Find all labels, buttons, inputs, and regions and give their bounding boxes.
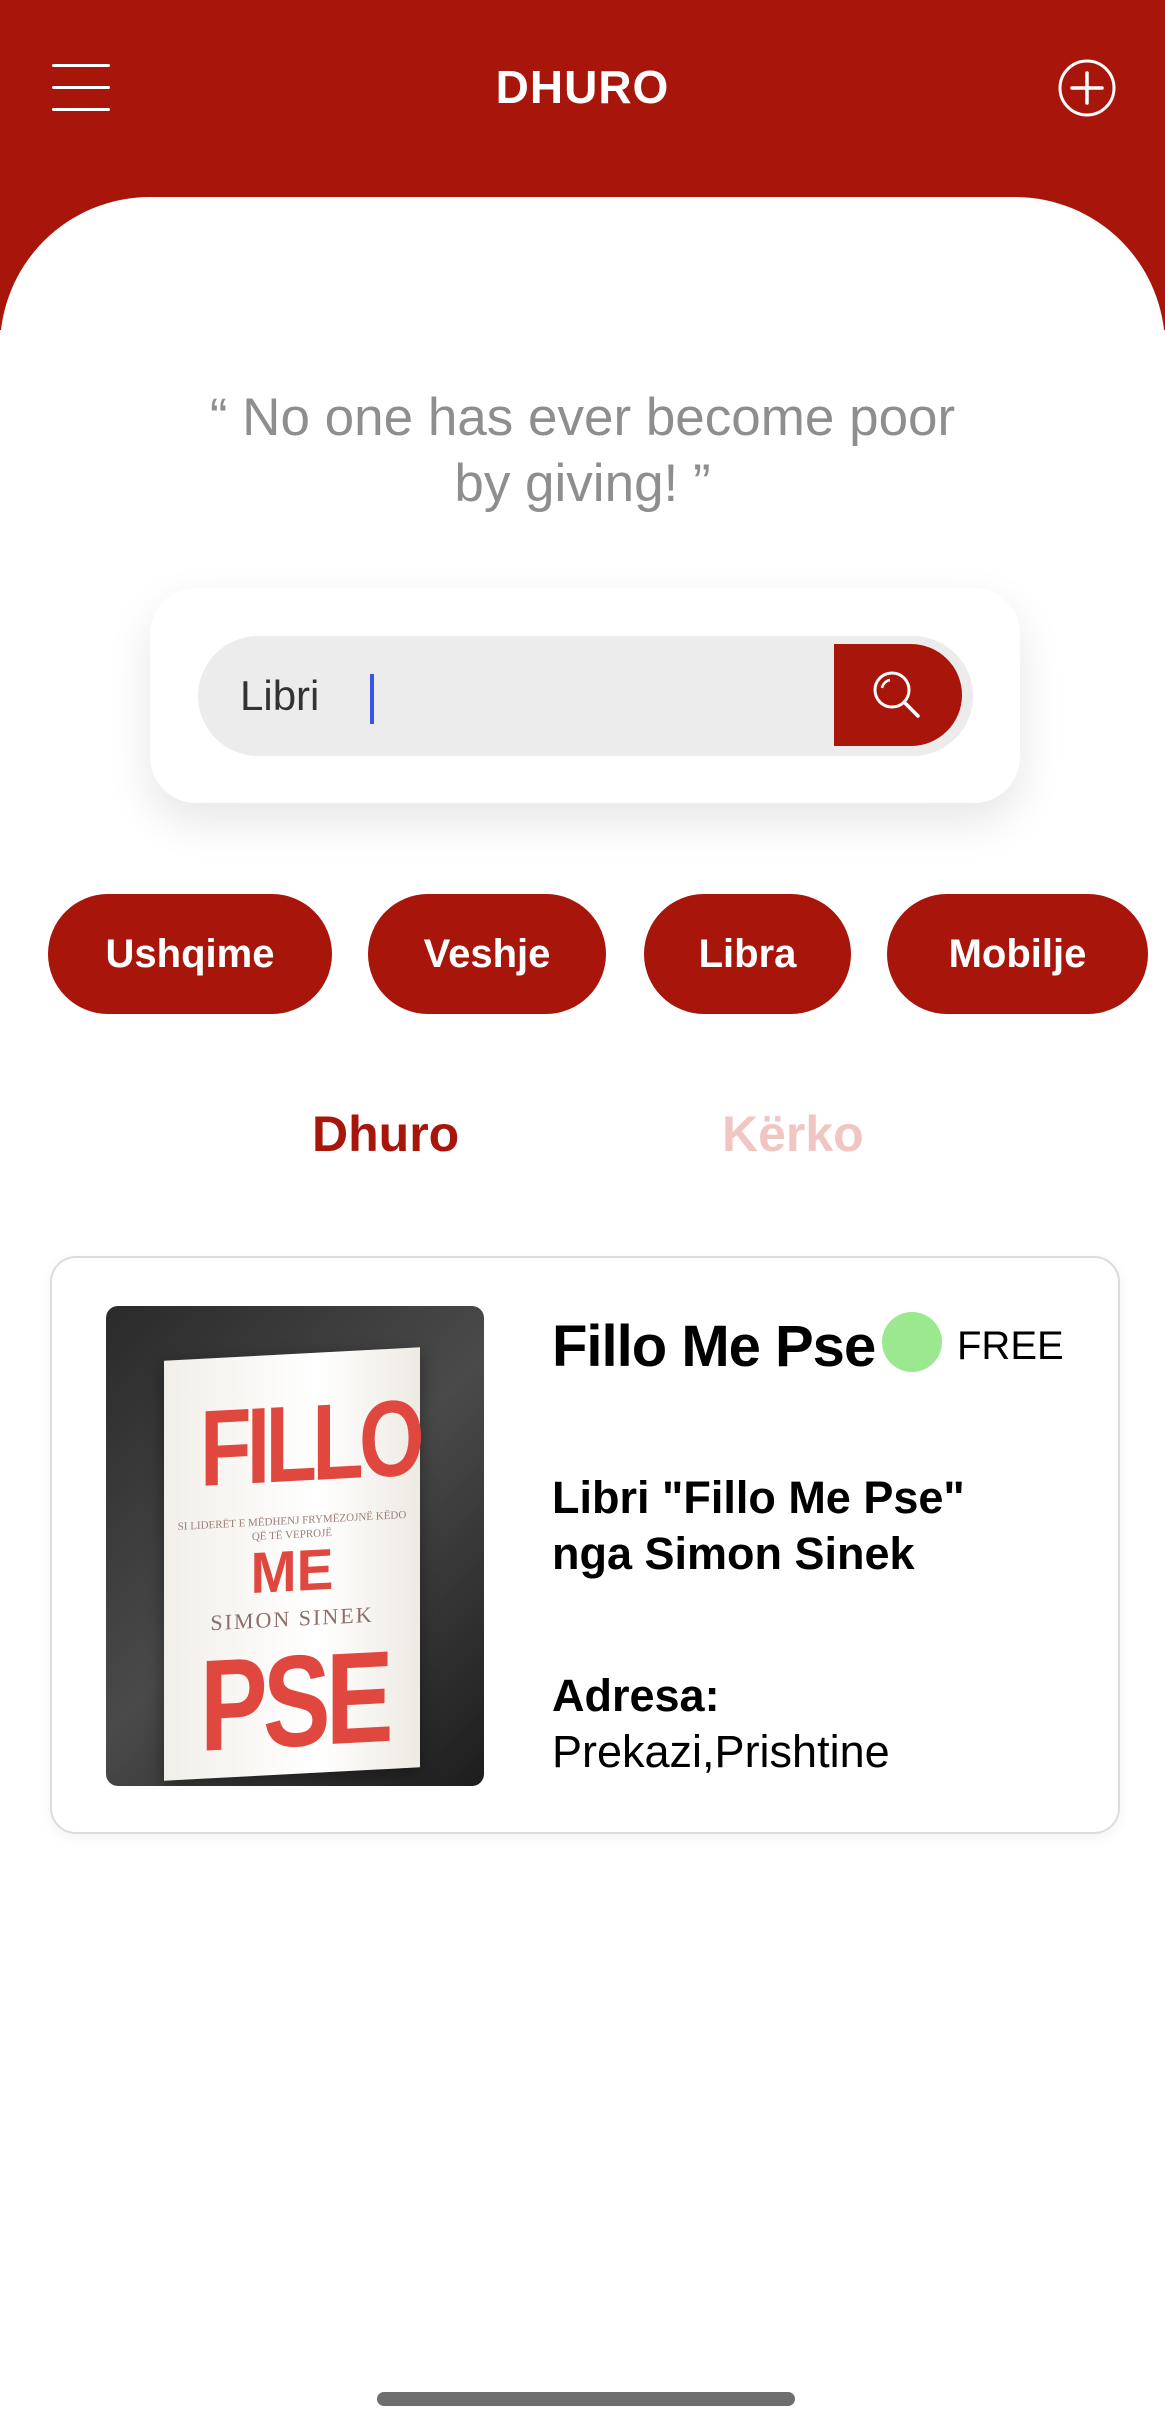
category-chip-mobilje[interactable]: Mobilje — [887, 894, 1148, 1014]
address-value: Prekazi,Prishtine — [552, 1726, 890, 1777]
availability-status-dot — [882, 1312, 942, 1372]
category-chip-veshje[interactable]: Veshje — [368, 894, 606, 1014]
plus-circle-icon[interactable] — [1057, 58, 1117, 118]
tab-dhuro[interactable]: Dhuro — [312, 1105, 459, 1163]
tab-kerko[interactable]: Kërko — [722, 1105, 864, 1163]
book-cover: FILLO SI LIDERËT E MËDHENJ FRYMËZOJNË KË… — [164, 1347, 420, 1781]
search-button[interactable] — [834, 644, 962, 746]
search-input[interactable] — [198, 636, 818, 756]
listing-image: FILLO SI LIDERËT E MËDHENJ FRYMËZOJNË KË… — [106, 1306, 484, 1786]
search-card — [150, 588, 1020, 803]
text-cursor — [370, 674, 374, 724]
quote-text: “ No one has ever become poor by giving!… — [209, 388, 956, 513]
app-title: DHURO — [495, 61, 670, 113]
search-icon — [873, 671, 920, 718]
book-cover-line3: PSE — [199, 1622, 389, 1779]
book-cover-line1: FILLO — [199, 1376, 420, 1509]
category-chip-libra[interactable]: Libra — [644, 894, 851, 1014]
book-cover-line2: ME — [250, 1536, 334, 1607]
listing-title: Fillo Me Pse — [552, 1314, 876, 1379]
address-label: Adresa: — [552, 1670, 720, 1721]
listing-description: Libri "Fillo Me Pse" nga Simon Sinek — [552, 1472, 965, 1579]
category-chip-ushqime[interactable]: Ushqime — [48, 894, 332, 1014]
listing-card[interactable]: FILLO SI LIDERËT E MËDHENJ FRYMËZOJNË KË… — [50, 1256, 1120, 1834]
listing-price: FREE — [957, 1324, 1064, 1368]
home-indicator[interactable] — [377, 2392, 795, 2406]
